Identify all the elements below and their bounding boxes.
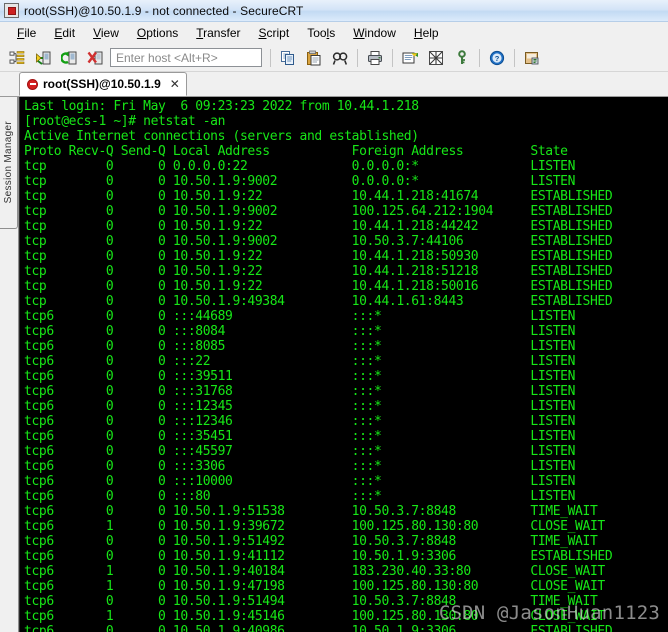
terminal-line: tcp6 0 0 10.50.1.9:51494 10.50.3.7:8848 …	[24, 594, 598, 609]
terminal-line: tcp 0 0 10.50.1.9:22 10.44.1.218:50016 E…	[24, 279, 613, 294]
terminal-line: tcp6 0 0 :::80 :::* LISTEN	[24, 489, 576, 504]
terminal-line: tcp6 1 0 10.50.1.9:47198 100.125.80.130:…	[24, 579, 605, 594]
terminal-line: tcp6 0 0 :::10000 :::* LISTEN	[24, 474, 576, 489]
menu-tools[interactable]: Tools	[298, 24, 344, 42]
toolbar-separator	[357, 48, 358, 67]
terminal-line: Proto Recv-Q Send-Q Local Address Foreig…	[24, 144, 568, 159]
toolbar-separator	[479, 48, 480, 67]
terminal-line: tcp6 0 0 :::8085 :::* LISTEN	[24, 339, 576, 354]
toolbar-separator	[392, 48, 393, 67]
terminal-line: tcp6 1 0 10.50.1.9:45146 100.125.80.130:…	[24, 609, 605, 624]
terminal-line: tcp6 0 0 10.50.1.9:40986 10.50.1.9:3306 …	[24, 624, 613, 632]
terminal-line: tcp6 0 0 10.50.1.9:51538 10.50.3.7:8848 …	[24, 504, 598, 519]
disconnected-status-icon	[27, 78, 38, 90]
terminal-line: tcp6 0 0 :::12345 :::* LISTEN	[24, 399, 576, 414]
paste-icon[interactable]	[302, 46, 326, 70]
terminal-line: tcp6 0 0 :::8084 :::* LISTEN	[24, 324, 576, 339]
terminal-line: tcp 0 0 10.50.1.9:22 10.44.1.218:51218 E…	[24, 264, 613, 279]
menu-view[interactable]: View	[84, 24, 128, 42]
host-input[interactable]: Enter host <Alt+R>	[110, 48, 262, 67]
session-manager-icon[interactable]	[5, 46, 29, 70]
menu-edit[interactable]: Edit	[45, 24, 84, 42]
terminal-line: tcp6 0 0 :::35451 :::* LISTEN	[24, 429, 576, 444]
terminal-line: tcp 0 0 10.50.1.9:49384 10.44.1.61:8443 …	[24, 294, 613, 309]
terminal-line: tcp6 0 0 :::44689 :::* LISTEN	[24, 309, 576, 324]
terminal-line: tcp 0 0 0.0.0.0:22 0.0.0.0:* LISTEN	[24, 159, 576, 174]
session-manager-label: Session Manager	[3, 121, 14, 204]
terminal-pane[interactable]: Last login: Fri May 6 09:23:23 2022 from…	[19, 97, 668, 632]
find-icon[interactable]	[328, 46, 352, 70]
terminal-line: tcp6 0 0 10.50.1.9:41112 10.50.1.9:3306 …	[24, 549, 613, 564]
disconnect-icon[interactable]	[83, 46, 107, 70]
terminal-line: tcp 0 0 10.50.1.9:22 10.44.1.218:41674 E…	[24, 189, 613, 204]
terminal-line: tcp 0 0 10.50.1.9:9002 10.50.3.7:44106 E…	[24, 234, 613, 249]
terminal-line: tcp 0 0 10.50.1.9:22 10.44.1.218:44242 E…	[24, 219, 613, 234]
toolbar-separator	[270, 48, 271, 67]
toolbar-separator	[514, 48, 515, 67]
terminal-line: tcp6 0 0 :::39511 :::* LISTEN	[24, 369, 576, 384]
print-icon[interactable]	[363, 46, 387, 70]
terminal-line: tcp6 1 0 10.50.1.9:40184 183.230.40.33:8…	[24, 564, 605, 579]
properties-icon[interactable]	[520, 46, 544, 70]
copy-icon[interactable]	[276, 46, 300, 70]
session-manager-tab[interactable]: Session Manager	[0, 97, 18, 229]
terminal-line: tcp6 0 0 :::31768 :::* LISTEN	[24, 384, 576, 399]
close-icon[interactable]: ✕	[170, 77, 180, 91]
securecrt-icon	[4, 3, 19, 18]
menu-script[interactable]: Script	[250, 24, 299, 42]
menu-bar: File Edit View Options Transfer Script T…	[0, 22, 668, 44]
terminal-line: tcp6 0 0 :::45597 :::* LISTEN	[24, 444, 576, 459]
title-bar: root(SSH)@10.50.1.9 - not connected - Se…	[0, 0, 668, 22]
terminal-line: [root@ecs-1 ~]# netstat -an	[24, 114, 226, 129]
menu-file[interactable]: File	[8, 24, 45, 42]
connect-icon[interactable]	[31, 46, 55, 70]
reconnect-icon[interactable]	[57, 46, 81, 70]
log-session-icon[interactable]	[398, 46, 422, 70]
terminal-line: tcp 0 0 10.50.1.9:22 10.44.1.218:50930 E…	[24, 249, 613, 264]
menu-transfer[interactable]: Transfer	[187, 24, 249, 42]
toolbar: Enter host <Alt+R> ?	[0, 44, 668, 72]
terminal-line: tcp 0 0 10.50.1.9:9002 100.125.64.212:19…	[24, 204, 613, 219]
menu-options[interactable]: Options	[128, 24, 187, 42]
terminal-line: Last login: Fri May 6 09:23:23 2022 from…	[24, 99, 419, 114]
session-manager-sidebar: Session Manager	[0, 97, 19, 632]
tab-label: root(SSH)@10.50.1.9	[43, 77, 161, 91]
terminal-line: tcp6 0 0 10.50.1.9:51492 10.50.3.7:8848 …	[24, 534, 598, 549]
terminal-line: tcp6 1 0 10.50.1.9:39672 100.125.80.130:…	[24, 519, 605, 534]
main-area: Session Manager Last login: Fri May 6 09…	[0, 97, 668, 632]
svg-text:?: ?	[495, 54, 500, 63]
terminal-line: Active Internet connections (servers and…	[24, 129, 419, 144]
protocol-options-icon[interactable]	[424, 46, 448, 70]
menu-window[interactable]: Window	[344, 24, 405, 42]
key-icon[interactable]	[450, 46, 474, 70]
menu-help[interactable]: Help	[405, 24, 448, 42]
tab-strip-pad	[0, 72, 19, 96]
window-title: root(SSH)@10.50.1.9 - not connected - Se…	[24, 3, 304, 18]
terminal-output: Last login: Fri May 6 09:23:23 2022 from…	[20, 97, 613, 632]
help-icon[interactable]: ?	[485, 46, 509, 70]
terminal-line: tcp6 0 0 :::12346 :::* LISTEN	[24, 414, 576, 429]
terminal-line: tcp6 0 0 :::3306 :::* LISTEN	[24, 459, 576, 474]
terminal-line: tcp6 0 0 :::22 :::* LISTEN	[24, 354, 576, 369]
tab-strip: root(SSH)@10.50.1.9 ✕	[0, 72, 668, 97]
securecrt-window: root(SSH)@10.50.1.9 - not connected - Se…	[0, 0, 668, 632]
terminal-line: tcp 0 0 10.50.1.9:9002 0.0.0.0:* LISTEN	[24, 174, 576, 189]
tab-root-ssh-10-50-1-9[interactable]: root(SSH)@10.50.1.9 ✕	[19, 72, 187, 96]
